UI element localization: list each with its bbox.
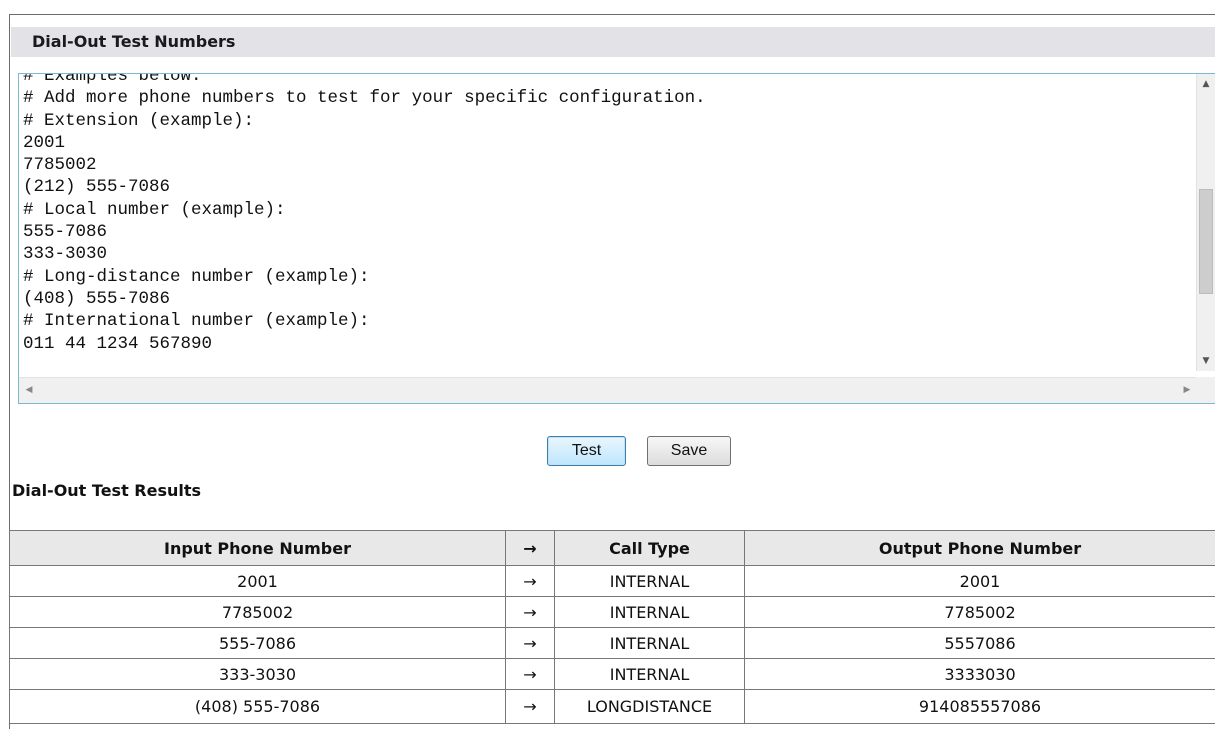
header-arrow: → [505,530,555,566]
cell-output-phone-number: 2001 [744,565,1215,597]
textarea-line: # International number (example): [23,311,370,332]
horizontal-scrollbar[interactable]: ◀ ▶ [19,377,1197,403]
cell-call-type: LONGDISTANCE [554,689,745,724]
textarea-line: (408) 555-7086 [23,288,171,309]
header-input-phone-number: Input Phone Number [9,530,506,566]
results-title: Dial-Out Test Results [12,481,202,500]
cell-input-phone-number: 555-7086 [9,627,506,659]
cell-arrow: → [505,689,555,724]
cell-input-phone-number: 333-3030 [9,658,506,690]
cell-output-phone-number: 3333030 [744,658,1215,690]
cell-input-phone-number: (408) 555-7086 [9,689,506,724]
cell-call-type: INTERNAL [554,658,745,690]
cell-input-phone-number: 2001 [9,565,506,597]
textarea-line: # Examples below. [23,73,202,86]
test-button[interactable]: Test [547,436,626,466]
textarea-content[interactable]: # Examples below. # Add more phone number… [23,73,1193,370]
textarea-line: (212) 555-7086 [23,177,171,198]
test-numbers-textarea[interactable]: # Examples below. # Add more phone number… [18,73,1215,404]
table-row: 2001 → INTERNAL 2001 [9,565,1215,597]
cell-output-phone-number: 5557086 [744,627,1215,659]
cell-call-type: INTERNAL [554,627,745,659]
results-table: Input Phone Number → Call Type Output Ph… [9,530,1215,724]
textarea-line: # Long-distance number (example): [23,266,370,287]
textarea-line: # Local number (example): [23,199,286,220]
header-call-type: Call Type [554,530,745,566]
textarea-line: # Extension (example): [23,110,255,131]
cell-arrow: → [505,596,555,628]
table-row: (408) 555-7086 → LONGDISTANCE 914085557086 [9,689,1215,724]
vertical-scrollbar[interactable]: ▲ ▼ [1196,74,1215,371]
textarea-line: 555-7086 [23,222,108,243]
table-row: 7785002 → INTERNAL 7785002 [9,596,1215,628]
textarea-line: # Add more phone numbers to test for you… [23,88,706,109]
cell-arrow: → [505,627,555,659]
section-title: Dial-Out Test Numbers [11,27,1215,57]
scroll-down-arrow-icon[interactable]: ▼ [1197,351,1215,371]
cell-call-type: INTERNAL [554,596,745,628]
scroll-right-arrow-icon[interactable]: ▶ [1177,378,1197,403]
cell-output-phone-number: 7785002 [744,596,1215,628]
save-button[interactable]: Save [647,436,731,466]
scrollbar-corner [1196,377,1215,403]
table-header-row: Input Phone Number → Call Type Output Ph… [9,530,1215,566]
textarea-line: 2001 [23,132,66,153]
cell-output-phone-number: 914085557086 [744,689,1215,724]
textarea-line: 011 44 1234 567890 [23,333,213,354]
cell-arrow: → [505,658,555,690]
cell-arrow: → [505,565,555,597]
cell-input-phone-number: 7785002 [9,596,506,628]
table-row: 333-3030 → INTERNAL 3333030 [9,658,1215,690]
textarea-line: 333-3030 [23,244,108,265]
header-output-phone-number: Output Phone Number [744,530,1215,566]
table-row: 555-7086 → INTERNAL 5557086 [9,627,1215,659]
textarea-line: 7785002 [23,155,97,176]
cell-call-type: INTERNAL [554,565,745,597]
scroll-left-arrow-icon[interactable]: ◀ [19,378,39,403]
vertical-scroll-thumb[interactable] [1199,189,1213,294]
scroll-up-arrow-icon[interactable]: ▲ [1197,74,1215,94]
